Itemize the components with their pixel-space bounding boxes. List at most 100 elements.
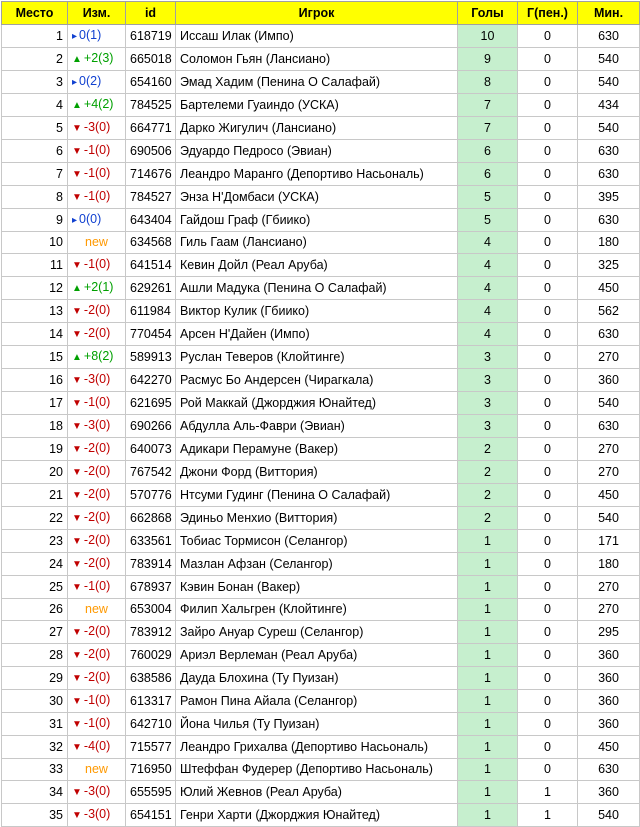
table-row[interactable]: 19 ▼ -2(0) 640073 Адикари Перамуне (Вакер) 2 0… (1, 437, 640, 461)
goals-cell: 4 (457, 276, 518, 300)
change-cell: new (67, 598, 126, 621)
table-row[interactable]: 5 ▼ -3(0) 664771 Дарко Жигулич (Лансиано) 7 0 5… (1, 116, 640, 140)
change-cell: ▼ -2(0) (67, 299, 126, 323)
table-row[interactable]: 16 ▼ -3(0) 642270 Расмус Бо Андерсен (Чирагк… (1, 368, 640, 392)
col-place-header[interactable]: Место (1, 1, 68, 25)
change-cell: ▼ -1(0) (67, 391, 126, 415)
table-row[interactable]: 17 ▼ -1(0) 621695 Рой Маккай (Джорджия Юнайт… (1, 391, 640, 415)
id-cell: 653004 (125, 598, 176, 621)
col-mins-header[interactable]: Мин. (577, 1, 640, 25)
change-cell: ▲ +2(1) (67, 276, 126, 300)
table-row[interactable]: 3 ▸ 0(2) 654160 Эмад Хадим (Пенина О Салафай… (1, 70, 640, 94)
place-cell: 22 (1, 506, 68, 530)
mins-cell: 360 (577, 689, 640, 713)
player-cell: Эмад Хадим (Пенина О Салафай) (175, 70, 458, 94)
table-row[interactable]: 35 ▼ -3(0) 654151 Генри Харти (Джорджия Юнай… (1, 803, 640, 827)
table-row[interactable]: 11 ▼ -1(0) 641514 Кевин Дойл (Реал Аруба) 4 0 3… (1, 253, 640, 277)
triangle-down-icon: ▼ (72, 169, 82, 180)
goals-cell: 2 (457, 506, 518, 530)
change-value: -2(0) (83, 464, 111, 478)
table-row[interactable]: 20 ▼ -2(0) 767542 Джони Форд (Виттория) 2 0 270 (1, 460, 640, 484)
change-cell: ▼ -2(0) (67, 529, 126, 553)
id-cell: 665018 (125, 47, 176, 71)
table-row[interactable]: 7 ▼ -1(0) 714676 Леандро Маранго (Депортиво … (1, 162, 640, 186)
table-row[interactable]: 18 ▼ -3(0) 690266 Абдулла Аль-Фаври (Эвиан) 3… (1, 414, 640, 438)
change-value: -1(0) (83, 395, 111, 409)
mins-cell: 360 (577, 780, 640, 804)
place-cell: 20 (1, 460, 68, 484)
table-row[interactable]: 34 ▼ -3(0) 655595 Юлий Жевнов (Реал Аруба) 1 1… (1, 780, 640, 804)
player-cell: Дарко Жигулич (Лансиано) (175, 116, 458, 140)
mins-cell: 540 (577, 116, 640, 140)
table-row[interactable]: 26 new 653004 Филип Хальгрен (Клойтинге) 1 0 2… (1, 598, 640, 621)
col-id-header[interactable]: id (125, 1, 176, 25)
table-row[interactable]: 8 ▼ -1(0) 784527 Энза Н'Домбаси (УСКА) 5 0 395 (1, 185, 640, 209)
table-row[interactable]: 25 ▼ -1(0) 678937 Кэвин Бонан (Вакер) 1 0 270 (1, 575, 640, 599)
goals-cell: 1 (457, 598, 518, 621)
change-cell: new (67, 231, 126, 254)
table-row[interactable]: 4 ▲ +4(2) 784525 Бартелеми Гуаиндо (УСКА) 7 0 4… (1, 93, 640, 117)
mins-cell: 180 (577, 552, 640, 576)
table-row[interactable]: 23 ▼ -2(0) 633561 Тобиас Тормисон (Селангор)… (1, 529, 640, 553)
triangle-down-icon: ▼ (72, 192, 82, 203)
table-row[interactable]: 2 ▲ +2(3) 665018 Соломон Гьян (Лансиано) 9 0 54… (1, 47, 640, 71)
table-row[interactable]: 33 new 716950 Штеффан Фудерер (Депортиво На… (1, 758, 640, 781)
triangle-up-icon: ▲ (72, 100, 82, 111)
table-row[interactable]: 13 ▼ -2(0) 611984 Виктор Кулик (Гбиико) 4 0 562 (1, 299, 640, 323)
change-value: new (85, 235, 108, 249)
col-goals-header[interactable]: Голы (457, 1, 518, 25)
mins-cell: 630 (577, 139, 640, 163)
goals-cell: 1 (457, 620, 518, 644)
col-player-header[interactable]: Игрок (175, 1, 458, 25)
player-cell: Тобиас Тормисон (Селангор) (175, 529, 458, 553)
table-row[interactable]: 31 ▼ -1(0) 642710 Йона Чилья (Ту Пуизан) 1 0 36… (1, 712, 640, 736)
table-row[interactable]: 1 ▸ 0(1) 618719 Иссаш Илак (Импо) 10 0 630 (1, 24, 640, 48)
table-row[interactable]: 15 ▲ +8(2) 589913 Руслан Теверов (Клойтинге)… (1, 345, 640, 369)
table-row[interactable]: 29 ▼ -2(0) 638586 Дауда Блохина (Ту Пуизан) 1… (1, 666, 640, 690)
place-cell: 3 (1, 70, 68, 94)
table-row[interactable]: 6 ▼ -1(0) 690506 Эдуардо Педросо (Эвиан) 6 0 63… (1, 139, 640, 163)
table-row[interactable]: 10 new 634568 Гиль Гаам (Лансиано) 4 0 180 (1, 231, 640, 254)
place-cell: 28 (1, 643, 68, 667)
table-row[interactable]: 22 ▼ -2(0) 662868 Эдиньо Менхио (Виттория) 2 0… (1, 506, 640, 530)
col-change-header[interactable]: Изм. (67, 1, 126, 25)
mins-cell: 360 (577, 368, 640, 392)
change-value: +2(1) (83, 280, 114, 294)
table-row[interactable]: 27 ▼ -2(0) 783912 Зайро Ануар Суреш (Селанго… (1, 620, 640, 644)
player-cell: Филип Хальгрен (Клойтинге) (175, 598, 458, 621)
goals-cell: 1 (457, 666, 518, 690)
table-row[interactable]: 12 ▲ +2(1) 629261 Ашли Мадука (Пенина О Сала… (1, 276, 640, 300)
place-cell: 17 (1, 391, 68, 415)
id-cell: 654151 (125, 803, 176, 827)
change-value: -2(0) (83, 441, 111, 455)
change-cell: ▼ -2(0) (67, 506, 126, 530)
pen-cell: 0 (517, 24, 578, 48)
id-cell: 784525 (125, 93, 176, 117)
goals-cell: 4 (457, 299, 518, 323)
change-cell: ▲ +4(2) (67, 93, 126, 117)
change-value: -2(0) (83, 647, 111, 661)
change-cell: ▼ -2(0) (67, 437, 126, 461)
place-cell: 27 (1, 620, 68, 644)
table-row[interactable]: 24 ▼ -2(0) 783914 Мазлан Афзан (Селангор) 1 0 1… (1, 552, 640, 576)
col-pen-header[interactable]: Г(пен.) (517, 1, 578, 25)
mins-cell: 450 (577, 276, 640, 300)
goals-cell: 2 (457, 460, 518, 484)
mins-cell: 630 (577, 162, 640, 186)
header-row: Место Изм. id Игрок Голы Г(пен.) Мин. (1, 1, 640, 25)
pen-cell: 0 (517, 208, 578, 232)
table-row[interactable]: 32 ▼ -4(0) 715577 Леандро Грихалва (Депортив… (1, 735, 640, 759)
mins-cell: 270 (577, 598, 640, 621)
table-row[interactable]: 14 ▼ -2(0) 770454 Арсен Н'Дайен (Импо) 4 0 630 (1, 322, 640, 346)
change-value: -1(0) (83, 579, 111, 593)
table-row[interactable]: 9 ▸ 0(0) 643404 Гайдош Граф (Гбиико) 5 0 630 (1, 208, 640, 232)
table-row[interactable]: 21 ▼ -2(0) 570776 Нтсуми Гудинг (Пенина О Са… (1, 483, 640, 507)
change-value: -2(0) (83, 303, 111, 317)
table-row[interactable]: 30 ▼ -1(0) 613317 Рамон Пина Айала (Селангор… (1, 689, 640, 713)
mins-cell: 395 (577, 185, 640, 209)
change-value: -1(0) (83, 189, 111, 203)
player-cell: Соломон Гьян (Лансиано) (175, 47, 458, 71)
table-row[interactable]: 28 ▼ -2(0) 760029 Ариэл Верлеман (Реал Аруба… (1, 643, 640, 667)
pen-cell: 0 (517, 712, 578, 736)
place-cell: 16 (1, 368, 68, 392)
